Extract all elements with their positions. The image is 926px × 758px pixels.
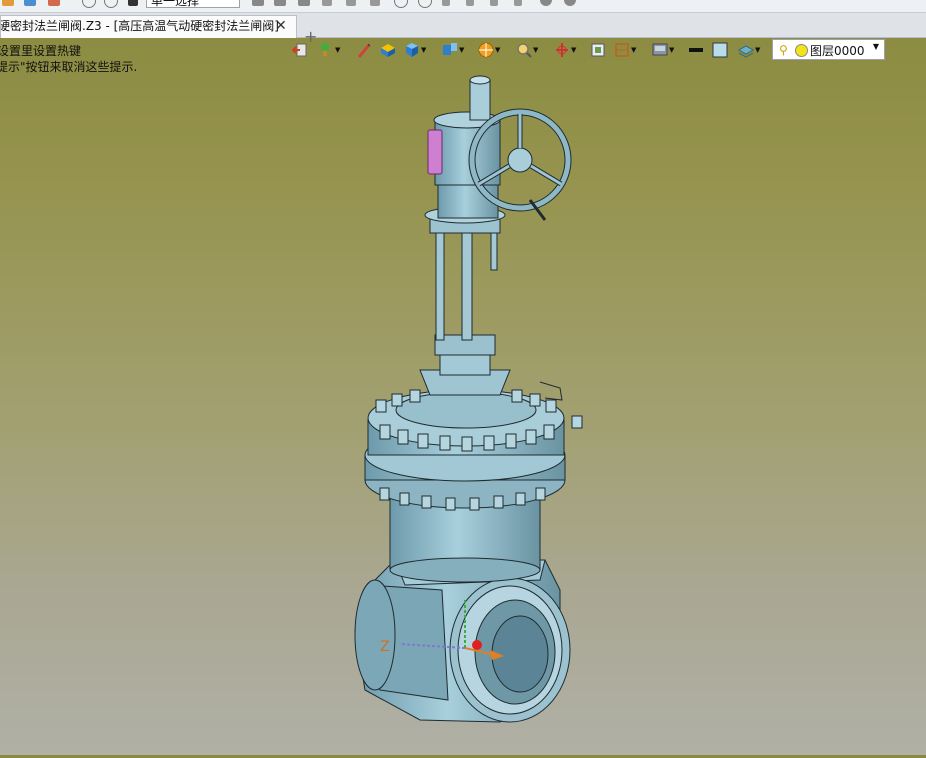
stem-column-left	[435, 224, 445, 341]
pick-3-icon[interactable]	[298, 0, 310, 6]
view-orientation-icon[interactable]	[441, 40, 459, 60]
hint-line-1: 设置里设置热键	[0, 44, 82, 58]
point-2-icon[interactable]	[466, 0, 474, 6]
gear-icon[interactable]	[540, 0, 552, 6]
frame-icon[interactable]	[613, 40, 631, 60]
point-icon[interactable]	[442, 0, 450, 6]
zoom-icon[interactable]	[515, 40, 533, 60]
shaded-view-icon[interactable]	[403, 40, 421, 60]
left-flange	[354, 579, 396, 691]
quick-access-toolbar: 单一选择	[0, 0, 926, 13]
layer-color-icon	[795, 44, 808, 57]
light-icon[interactable]	[317, 40, 335, 60]
fit-view-icon[interactable]	[589, 40, 607, 60]
spline-icon[interactable]	[490, 0, 498, 6]
material-icon[interactable]	[379, 40, 397, 60]
new-file-icon[interactable]	[2, 0, 14, 6]
save-file-icon[interactable]	[48, 0, 60, 6]
layers-icon[interactable]	[737, 40, 755, 60]
fill-color-icon[interactable]	[711, 40, 729, 60]
document-tab-title: 硬密封法兰闸阀.Z3 - [高压高温气动硬密封法兰闸阀]	[0, 19, 279, 33]
rotate-icon[interactable]	[553, 40, 571, 60]
z-axis-label: Z	[380, 639, 390, 655]
line-2-icon[interactable]	[346, 0, 356, 6]
chevron-down-icon[interactable]: ▼	[873, 42, 879, 51]
redo-icon[interactable]	[104, 0, 118, 8]
filter-icon[interactable]	[128, 0, 138, 6]
gear-2-icon[interactable]	[564, 0, 576, 6]
spline-2-icon[interactable]	[514, 0, 522, 6]
stem-column-right	[461, 224, 473, 341]
line-color-icon[interactable]	[687, 40, 705, 60]
exit-view-icon[interactable]	[291, 40, 309, 60]
stem-cap	[469, 79, 491, 121]
open-file-icon[interactable]	[24, 0, 36, 6]
line-3-icon[interactable]	[370, 0, 380, 6]
layer-select[interactable]: ⚲ 图层0000 ▼	[772, 39, 885, 60]
3d-viewport[interactable]: Z	[0, 62, 926, 755]
pick-icon[interactable]	[252, 0, 264, 6]
circle-icon[interactable]	[394, 0, 408, 8]
line-icon[interactable]	[322, 0, 332, 6]
document-tab[interactable]: 硬密封法兰闸阀.Z3 - [高压高温气动硬密封法兰闸阀] ✕	[0, 15, 297, 38]
selection-mode-select[interactable]: 单一选择	[146, 0, 240, 8]
layer-name: 图层0000	[810, 44, 865, 58]
section-view-icon[interactable]	[477, 40, 495, 60]
lightbulb-icon[interactable]: ⚲	[779, 43, 788, 57]
undo-icon[interactable]	[82, 0, 96, 8]
valve-model[interactable]: Z	[0, 62, 926, 755]
circle-2-icon[interactable]	[418, 0, 432, 8]
lever-handle	[427, 129, 443, 175]
pick-2-icon[interactable]	[274, 0, 286, 6]
close-tab-icon[interactable]: ✕	[275, 16, 287, 37]
display-icon[interactable]	[651, 40, 669, 60]
document-tab-bar: 硬密封法兰闸阀.Z3 - [高压高温气动硬密封法兰闸阀] ✕ +	[0, 13, 926, 46]
pen-icon[interactable]	[355, 40, 373, 60]
